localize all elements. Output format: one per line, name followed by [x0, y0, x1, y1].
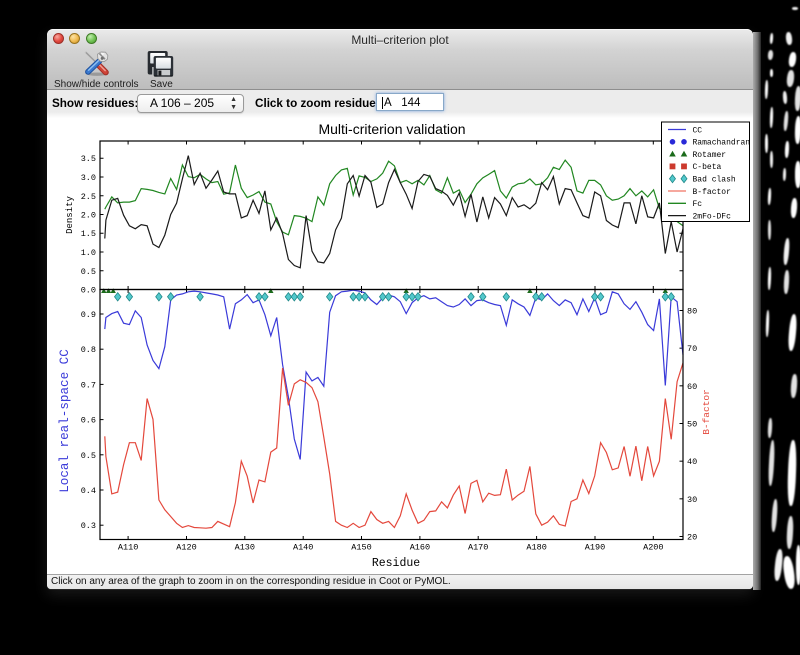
svg-text:3.0: 3.0: [81, 173, 96, 183]
svg-text:A140: A140: [293, 543, 313, 553]
svg-text:0.3: 0.3: [81, 521, 96, 531]
svg-text:0.5: 0.5: [81, 451, 96, 461]
svg-text:Local real-space CC: Local real-space CC: [58, 349, 72, 493]
svg-text:Rotamer: Rotamer: [693, 151, 727, 160]
svg-text:0.9: 0.9: [81, 310, 96, 320]
svg-text:2.0: 2.0: [81, 211, 96, 221]
svg-text:0.5: 0.5: [81, 267, 96, 277]
svg-text:B-factor: B-factor: [693, 188, 732, 197]
svg-text:A150: A150: [351, 543, 371, 553]
svg-text:20: 20: [687, 533, 697, 543]
svg-text:1.0: 1.0: [81, 248, 96, 258]
svg-text:80: 80: [687, 307, 697, 317]
svg-text:B-factor: B-factor: [701, 389, 712, 435]
svg-text:0.0: 0.0: [81, 286, 96, 296]
svg-text:Density: Density: [65, 196, 75, 234]
svg-text:A170: A170: [468, 543, 488, 553]
svg-text:Fc: Fc: [693, 200, 703, 209]
svg-text:2.5: 2.5: [81, 192, 96, 202]
svg-text:Ramachandran: Ramachandran: [693, 139, 751, 148]
svg-text:60: 60: [687, 382, 697, 392]
svg-text:Bad clash: Bad clash: [693, 176, 736, 185]
svg-text:Residue: Residue: [372, 557, 420, 570]
svg-text:A180: A180: [526, 543, 546, 553]
svg-text:0.4: 0.4: [81, 486, 96, 496]
svg-text:70: 70: [687, 344, 697, 354]
svg-text:A160: A160: [410, 543, 430, 553]
svg-text:A200: A200: [643, 543, 663, 553]
svg-text:A190: A190: [585, 543, 605, 553]
svg-text:30: 30: [687, 495, 697, 505]
svg-text:A130: A130: [235, 543, 255, 553]
svg-text:0.8: 0.8: [81, 345, 96, 355]
svg-text:50: 50: [687, 420, 697, 430]
svg-text:Multi-criterion validation: Multi-criterion validation: [318, 121, 465, 137]
svg-text:A110: A110: [118, 543, 138, 553]
svg-text:0.6: 0.6: [81, 416, 96, 426]
svg-text:CC: CC: [693, 126, 703, 135]
svg-text:A120: A120: [176, 543, 196, 553]
svg-text:1.5: 1.5: [81, 229, 96, 239]
svg-text:40: 40: [687, 457, 697, 467]
svg-text:3.5: 3.5: [81, 154, 96, 164]
svg-text:2mFo-DFc: 2mFo-DFc: [693, 212, 732, 221]
svg-text:0.7: 0.7: [81, 380, 96, 390]
svg-text:C-beta: C-beta: [693, 163, 722, 172]
